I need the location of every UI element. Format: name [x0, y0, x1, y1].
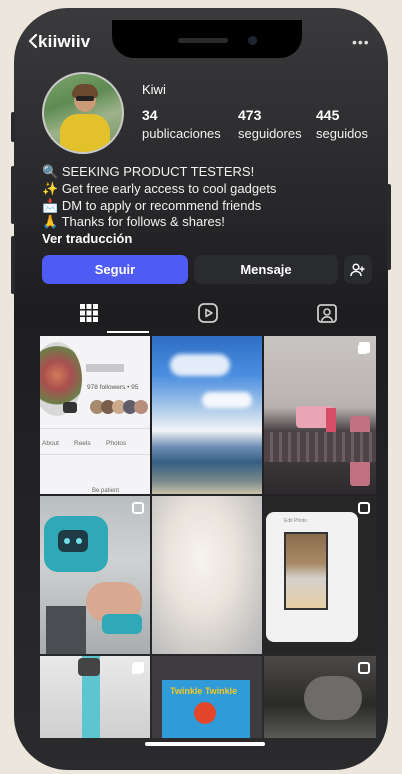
- post-2[interactable]: [152, 336, 262, 494]
- follow-button[interactable]: Seguir: [42, 255, 188, 284]
- carousel-badge-icon: [359, 342, 370, 353]
- bio-line-1: 🔍 SEEKING PRODUCT TESTERS!: [42, 164, 254, 180]
- message-button[interactable]: Mensaje: [194, 255, 338, 284]
- post-1[interactable]: 978 followers • 95 About Reels Photos Be…: [40, 336, 150, 494]
- sparkles-emoji-icon: ✨: [42, 181, 59, 196]
- praying-hands-emoji-icon: 🙏: [42, 214, 59, 229]
- reel-badge-icon: [132, 502, 144, 514]
- power-button: [387, 184, 391, 270]
- stat-following[interactable]: 445 seguidos: [316, 107, 368, 141]
- post-8-book-title: Twinkle Twinkle: [170, 686, 238, 696]
- bio-text-1: SEEKING PRODUCT TESTERS!: [61, 164, 255, 179]
- bio-line-4: 🙏 Thanks for follows & shares!: [42, 214, 225, 230]
- post-6[interactable]: Edit Photo: [264, 496, 376, 654]
- more-options-icon[interactable]: •••: [352, 34, 370, 50]
- tagged-icon[interactable]: [316, 302, 338, 324]
- add-person-icon: [350, 262, 365, 276]
- reels-icon[interactable]: [197, 302, 219, 324]
- post-1-tab-reels: Reels: [74, 440, 91, 447]
- post-1-camera-icon: [63, 402, 77, 413]
- volume-up-button: [11, 166, 15, 224]
- bio-line-3: 📩 DM to apply or recommend friends: [42, 198, 261, 214]
- stat-posts[interactable]: 34 publicaciones: [142, 107, 221, 141]
- suggest-people-button[interactable]: [344, 255, 372, 284]
- post-6-phone-screen: Edit Photo: [266, 512, 358, 642]
- magnifier-emoji-icon: 🔍: [42, 164, 59, 179]
- post-3[interactable]: [264, 336, 376, 494]
- profile-display-name: Kiwi: [142, 82, 166, 97]
- post-4[interactable]: [40, 496, 150, 654]
- notch: [112, 20, 302, 58]
- post-1-follower-avatars: [90, 400, 148, 416]
- stat-posts-count: 34: [142, 107, 158, 123]
- home-indicator: [145, 742, 265, 746]
- front-camera: [248, 36, 257, 45]
- grid-icon[interactable]: [78, 302, 100, 324]
- carousel-badge-icon: [133, 662, 144, 673]
- see-translation-link[interactable]: Ver traducción: [42, 231, 132, 246]
- post-8-book: Twinkle Twinkle: [162, 680, 250, 738]
- post-1-tab-photos: Photos: [106, 440, 127, 447]
- speaker-grille: [178, 38, 228, 43]
- volume-down-button: [11, 236, 15, 294]
- stat-following-count: 445: [316, 107, 340, 123]
- stat-following-label: seguidos: [316, 126, 369, 141]
- reel-badge-icon: [358, 662, 370, 674]
- post-6-header: Edit Photo: [284, 518, 308, 524]
- bio-text-4: Thanks for follows & shares!: [61, 214, 225, 229]
- post-1-followers-text: 978 followers • 95: [87, 384, 139, 391]
- post-7[interactable]: [40, 656, 150, 738]
- stat-followers-label: seguidores: [238, 126, 302, 141]
- stat-posts-label: publicaciones: [142, 126, 221, 141]
- post-1-redacted-name: [86, 364, 124, 372]
- post-9[interactable]: [264, 656, 376, 738]
- post-8[interactable]: Twinkle Twinkle: [152, 656, 262, 738]
- bio-text-3: DM to apply or recommend friends: [61, 198, 262, 213]
- active-tab-indicator: [107, 331, 149, 333]
- post-5[interactable]: [152, 496, 262, 654]
- avatar-photo: [44, 74, 122, 152]
- profile-tabs: [40, 302, 376, 333]
- stat-followers-count: 473: [238, 107, 262, 123]
- back-arrow-icon[interactable]: [28, 33, 38, 49]
- profile-avatar[interactable]: [42, 72, 124, 154]
- profile-username: kiiwiiv: [38, 32, 91, 51]
- post-1-caption: Be patient: [92, 488, 120, 494]
- bio-line-2: ✨ Get free early access to cool gadgets: [42, 181, 276, 197]
- post-1-tab-about: About: [42, 440, 59, 447]
- mute-switch: [11, 112, 15, 142]
- reel-badge-icon: [358, 502, 370, 514]
- bio-text-2: Get free early access to cool gadgets: [61, 181, 277, 196]
- inbox-emoji-icon: 📩: [42, 198, 59, 213]
- stat-followers[interactable]: 473 seguidores: [238, 107, 302, 141]
